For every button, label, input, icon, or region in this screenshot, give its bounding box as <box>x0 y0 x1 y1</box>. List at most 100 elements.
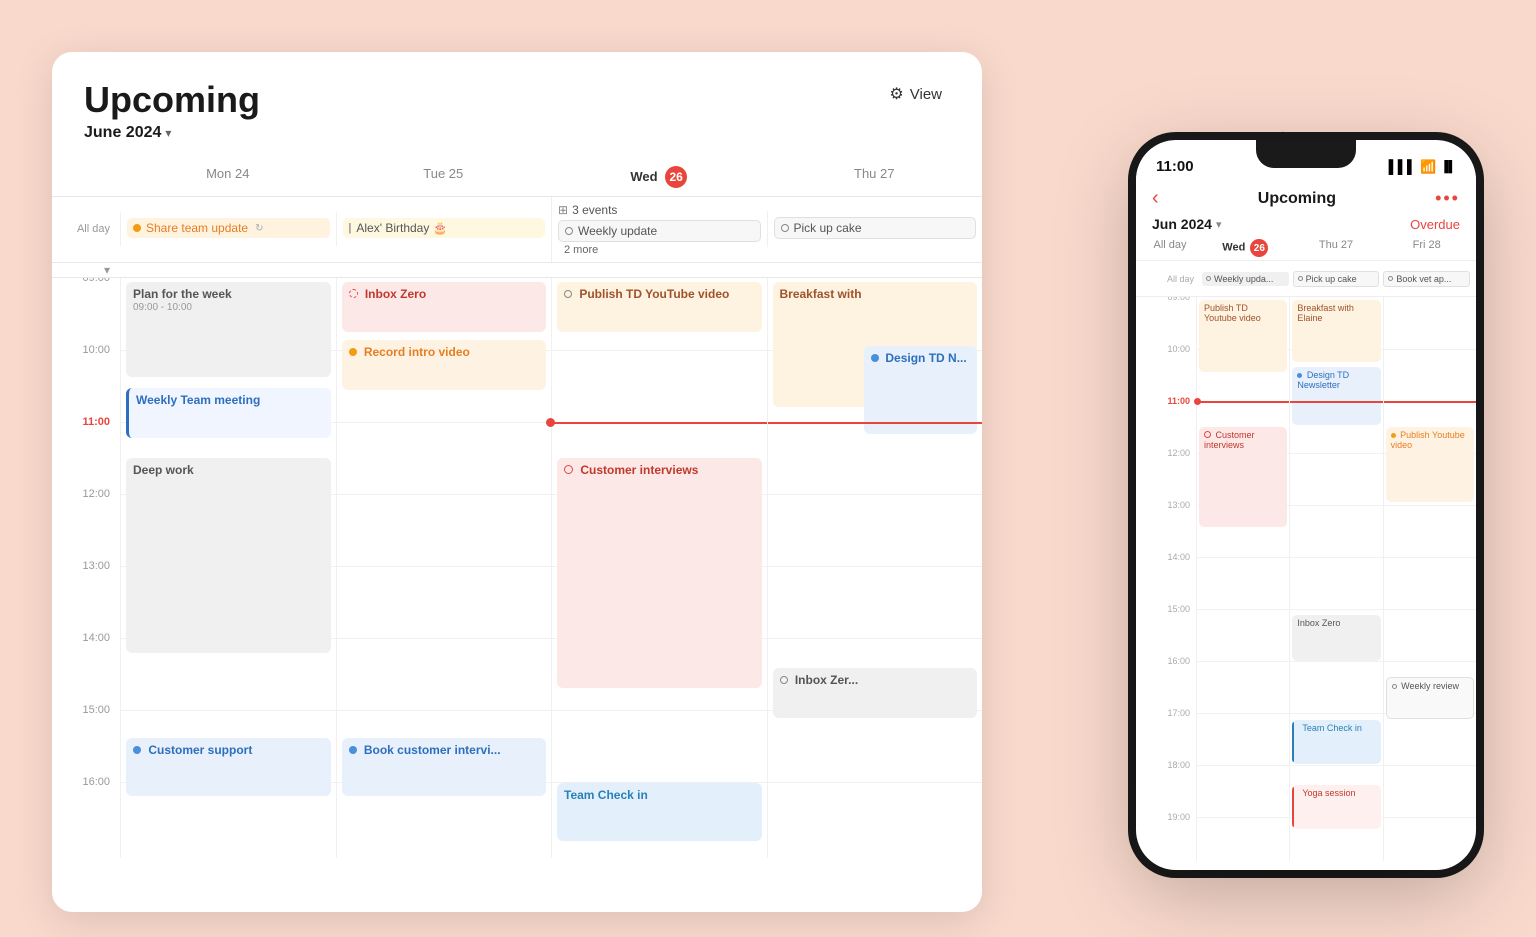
event-plan-week[interactable]: Plan for the week 09:00 - 10:00 <box>126 282 331 377</box>
phone-day-headers: All day Wed 26 Thu 27 Fri 28 <box>1136 236 1476 261</box>
phone-allday-wed-event[interactable]: Weekly upda... <box>1202 272 1289 286</box>
event-customer-support[interactable]: Customer support <box>126 738 331 796</box>
today-badge: 26 <box>665 166 687 188</box>
allday-tue: | Alex' Birthday 🎂 <box>336 212 552 246</box>
event-record-intro[interactable]: Record intro video <box>342 340 547 390</box>
expand-button[interactable]: ▾ <box>52 263 120 277</box>
day-header-mon: Mon 24 <box>120 158 336 196</box>
phone-event-breakfast[interactable]: Breakfast with Elaine <box>1292 300 1380 362</box>
dot-icon <box>133 746 141 754</box>
phone-event-team-check-in[interactable]: Team Check in <box>1292 720 1380 764</box>
phone-time-14: 14:00 <box>1136 557 1196 609</box>
event-publish-td[interactable]: Publish TD YouTube video <box>557 282 762 332</box>
view-label: View <box>910 86 942 103</box>
phone-allday-fri-event[interactable]: Book vet ap... <box>1383 271 1470 287</box>
event-inbox-zero[interactable]: Inbox Zero <box>342 282 547 332</box>
phone-day-col-wed: Publish TD Youtube video Customer interv… <box>1196 297 1289 861</box>
phone-status-icons: ▌▌▌ 📶 ▐▌ <box>1389 159 1456 175</box>
time-10: 10:00 <box>52 350 120 422</box>
day-header-tue: Tue 25 <box>336 158 552 196</box>
more-link[interactable]: 2 more <box>558 244 761 256</box>
dot-icon <box>780 676 788 684</box>
current-time-line <box>550 422 767 424</box>
event-inbox-zero-thu[interactable]: Inbox Zer... <box>773 668 978 718</box>
phone-event-publish-td[interactable]: Publish TD Youtube video <box>1199 300 1287 372</box>
event-team-check-in[interactable]: Team Check in <box>557 783 762 841</box>
phone-event-inbox-zero[interactable]: Inbox Zero <box>1292 615 1380 661</box>
event-design-td[interactable]: Design TD N... <box>864 346 977 434</box>
signal-icon: ▌▌▌ <box>1389 159 1417 174</box>
phone-event-yoga[interactable]: Yoga session <box>1292 785 1380 829</box>
grid-icon: ⊞ <box>558 203 568 217</box>
page-title: Upcoming <box>84 80 260 120</box>
phone-content: ‹ Upcoming ••• Jun 2024 ▾ Overdue All da… <box>1136 181 1476 861</box>
phone-time-17: 17:00 <box>1136 713 1196 765</box>
phone-event-design-td[interactable]: Design TD Newsletter <box>1292 367 1380 425</box>
phone-time-10: 10:00 <box>1136 349 1196 401</box>
dot-icon <box>564 290 572 298</box>
phone-current-time-wed <box>1197 401 1289 403</box>
phone-allday-col-header: All day <box>1140 236 1200 260</box>
event-bar-red <box>1292 787 1294 827</box>
phone-time-grid: 09:00 10:00 11:00 12:00 13:00 14:00 <box>1136 297 1476 861</box>
month-label: June 2024 <box>84 124 161 142</box>
dot-icon <box>1297 373 1302 378</box>
filter-icon: ⚙ <box>889 84 903 104</box>
dot-icon <box>871 354 879 362</box>
allday-wed: ⊞ 3 events Weekly update 2 more <box>551 197 767 262</box>
allday-event-cake[interactable]: Pick up cake <box>774 217 977 239</box>
allday-event-birthday[interactable]: | Alex' Birthday 🎂 <box>343 218 546 238</box>
phone-allday-fri: Book vet ap... <box>1381 269 1472 289</box>
title-section: Upcoming June 2024 ▾ <box>84 80 260 142</box>
phone-title: Upcoming <box>1258 190 1336 208</box>
event-deep-work[interactable]: Deep work <box>126 458 331 653</box>
allday-label: All day <box>52 223 120 235</box>
wifi-icon: 📶 <box>1420 159 1436 175</box>
time-12: 12:00 <box>52 494 120 566</box>
phone-time-12: 12:00 <box>1136 453 1196 505</box>
back-button[interactable]: ‹ <box>1152 187 1159 210</box>
phone-day-col-fri: Publish Youtube video Weekly review <box>1383 297 1476 861</box>
day-col-tue: Inbox Zero Record intro video Book custo… <box>336 278 552 858</box>
dot-icon <box>349 348 357 356</box>
more-button[interactable]: ••• <box>1435 188 1460 209</box>
phone-day-col-thu: Breakfast with Elaine Design TD Newslett… <box>1289 297 1382 861</box>
calendar-area: Mon 24 Tue 25 Wed 26 Thu 27 All day Shar… <box>52 158 982 858</box>
time-13: 13:00 <box>52 566 120 638</box>
current-time-dot <box>546 418 555 427</box>
event-book-customer[interactable]: Book customer intervi... <box>342 738 547 796</box>
phone-event-customer-interviews[interactable]: Customer interviews <box>1199 427 1287 527</box>
phone-allday-row: All day Weekly upda... Pick up cake Book… <box>1136 261 1476 297</box>
event-team-meeting[interactable]: Weekly Team meeting <box>126 388 331 438</box>
phone-event-publish-youtube[interactable]: Publish Youtube video <box>1386 427 1474 502</box>
phone-allday-thu-event[interactable]: Pick up cake <box>1293 271 1380 287</box>
day-headers: Mon 24 Tue 25 Wed 26 Thu 27 <box>52 158 982 197</box>
phone-time-col: 09:00 10:00 11:00 12:00 13:00 14:00 <box>1136 297 1196 861</box>
view-button[interactable]: ⚙ View <box>881 80 950 108</box>
phone-header: ‹ Upcoming ••• <box>1136 181 1476 214</box>
main-calendar-card: Upcoming June 2024 ▾ ⚙ View Mon 24 Tue 2… <box>52 52 982 912</box>
phone-current-time-fri <box>1384 401 1476 403</box>
phone-time-15: 15:00 <box>1136 609 1196 661</box>
phone-notch <box>1256 140 1356 168</box>
day-col-mon: Plan for the week 09:00 - 10:00 Weekly T… <box>120 278 336 858</box>
month-chevron-icon: ▾ <box>165 126 171 140</box>
phone-month-label: Jun 2024 <box>1152 216 1212 232</box>
allday-event-weekly-update[interactable]: Weekly update <box>558 220 761 242</box>
time-14: 14:00 <box>52 638 120 710</box>
month-row[interactable]: June 2024 ▾ <box>84 124 260 142</box>
phone-time: 11:00 <box>1156 158 1194 175</box>
phone-day-header-thu: Thu 27 <box>1291 236 1382 260</box>
dot-icon <box>1298 276 1303 281</box>
time-11: 11:00 <box>52 422 120 494</box>
phone-event-weekly-review[interactable]: Weekly review <box>1386 677 1474 719</box>
phone-time-11: 11:00 <box>1136 401 1196 453</box>
repeat-icon: ↻ <box>255 223 263 234</box>
event-customer-interviews[interactable]: Customer interviews <box>557 458 762 688</box>
dot-icon <box>781 224 789 232</box>
dot-icon <box>133 224 141 232</box>
time-15: 15:00 <box>52 710 120 782</box>
phone-time-09: 09:00 <box>1136 297 1196 349</box>
dot-icon <box>1392 684 1397 689</box>
allday-event-share-team[interactable]: Share team update ↻ <box>127 218 330 238</box>
